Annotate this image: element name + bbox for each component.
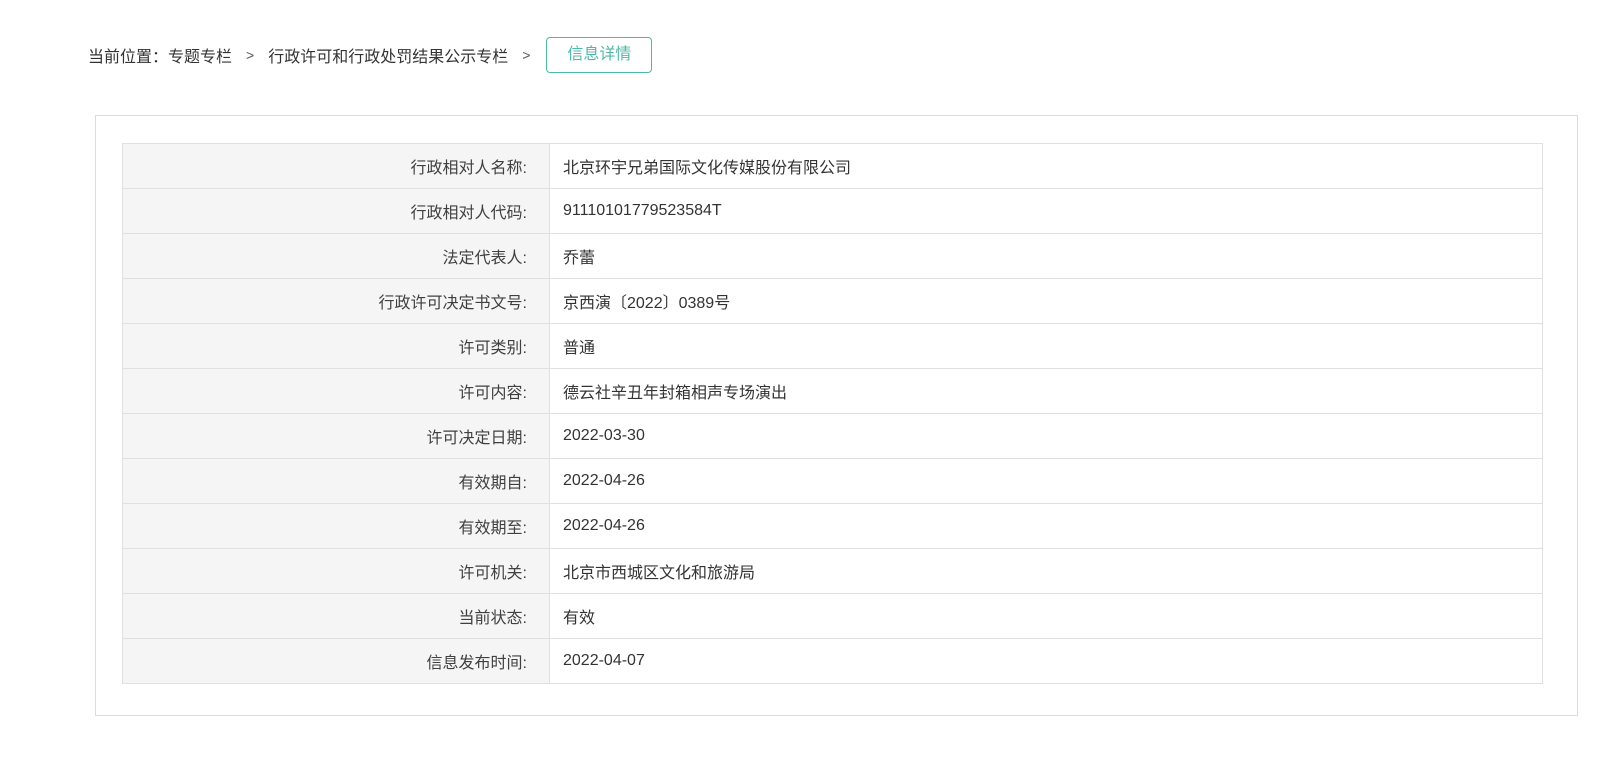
field-value: 有效 [550,594,1543,639]
field-value: 2022-04-26 [550,459,1543,504]
table-row-entity-name: 行政相对人名称: 北京环宇兄弟国际文化传媒股份有限公司 [123,144,1543,189]
info-detail-badge[interactable]: 信息详情 [546,37,652,73]
field-label: 行政许可决定书文号: [123,279,550,324]
field-value: 普通 [550,324,1543,369]
table-row-decision-date: 许可决定日期: 2022-03-30 [123,414,1543,459]
license-detail-table: 行政相对人名称: 北京环宇兄弟国际文化传媒股份有限公司 行政相对人代码: 911… [122,143,1543,684]
breadcrumb-separator-icon: > [246,47,254,63]
field-value: 2022-04-26 [550,504,1543,549]
field-label: 许可决定日期: [123,414,550,459]
table-row-license-category: 许可类别: 普通 [123,324,1543,369]
field-label: 许可机关: [123,549,550,594]
field-value: 2022-03-30 [550,414,1543,459]
field-value: 91110101779523584T [550,189,1543,234]
field-label: 许可类别: [123,324,550,369]
field-label: 当前状态: [123,594,550,639]
field-label: 行政相对人名称: [123,144,550,189]
table-row-decision-doc-number: 行政许可决定书文号: 京西演〔2022〕0389号 [123,279,1543,324]
table-row-license-content: 许可内容: 德云社辛丑年封箱相声专场演出 [123,369,1543,414]
field-label: 有效期至: [123,504,550,549]
table-row-entity-code: 行政相对人代码: 91110101779523584T [123,189,1543,234]
breadcrumb-item-license-punishment-column[interactable]: 行政许可和行政处罚结果公示专栏 [268,43,508,67]
table-row-valid-to: 有效期至: 2022-04-26 [123,504,1543,549]
breadcrumb-prefix: 当前位置： [88,43,168,67]
breadcrumb: 当前位置： 专题专栏 > 行政许可和行政处罚结果公示专栏 > 信息详情 [88,37,1619,73]
table-row-publish-time: 信息发布时间: 2022-04-07 [123,639,1543,684]
field-label: 有效期自: [123,459,550,504]
field-value: 德云社辛丑年封箱相声专场演出 [550,369,1543,414]
breadcrumb-item-special-columns[interactable]: 专题专栏 [168,43,232,67]
table-row-valid-from: 有效期自: 2022-04-26 [123,459,1543,504]
field-value: 2022-04-07 [550,639,1543,684]
field-label: 信息发布时间: [123,639,550,684]
field-value: 北京环宇兄弟国际文化传媒股份有限公司 [550,144,1543,189]
field-value: 北京市西城区文化和旅游局 [550,549,1543,594]
table-row-licensing-authority: 许可机关: 北京市西城区文化和旅游局 [123,549,1543,594]
field-label: 法定代表人: [123,234,550,279]
field-value: 乔蕾 [550,234,1543,279]
detail-panel: 行政相对人名称: 北京环宇兄弟国际文化传媒股份有限公司 行政相对人代码: 911… [95,115,1578,716]
breadcrumb-separator-icon: > [522,47,530,63]
field-value: 京西演〔2022〕0389号 [550,279,1543,324]
field-label: 行政相对人代码: [123,189,550,234]
table-row-current-status: 当前状态: 有效 [123,594,1543,639]
field-label: 许可内容: [123,369,550,414]
table-row-legal-representative: 法定代表人: 乔蕾 [123,234,1543,279]
